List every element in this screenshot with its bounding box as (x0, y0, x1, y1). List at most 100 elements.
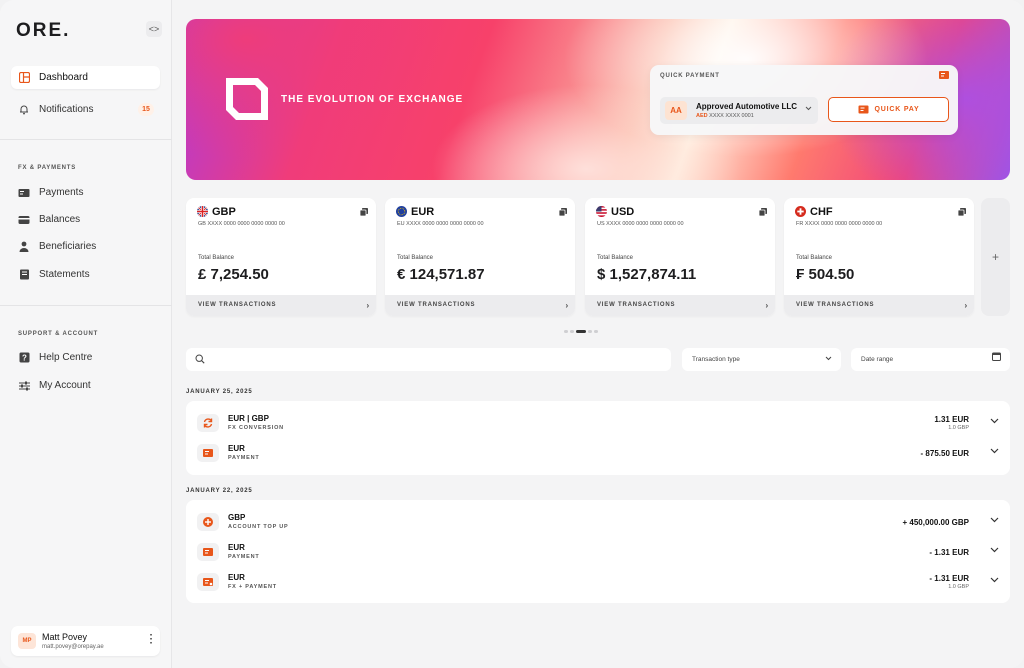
sidebar-item-payments[interactable]: Payments (11, 181, 160, 204)
help-icon: ? (18, 352, 30, 364)
beneficiary-select[interactable]: AA Approved Automotive LLC AED XXXX XXXX… (660, 97, 818, 124)
sidebar-item-label: Help Centre (39, 352, 93, 363)
plus-circle-icon (197, 513, 219, 531)
copy-icon[interactable] (759, 208, 767, 216)
view-transactions-link[interactable]: VIEW TRANSACTIONS › (186, 295, 376, 316)
sidebar-item-beneficiaries[interactable]: Beneficiaries (11, 235, 160, 258)
sidebar-item-my-account[interactable]: My Account (11, 374, 160, 397)
carousel-dot[interactable] (570, 330, 574, 333)
ore-logo[interactable]: ORE. (16, 20, 70, 42)
transaction-type-select[interactable]: Transaction type (682, 348, 841, 371)
copy-icon[interactable] (958, 208, 966, 216)
transaction-row[interactable]: EUR | GBP FX CONVERSION 1.31 EUR 1.0 GBP (186, 409, 1010, 437)
total-balance-label: Total Balance (597, 255, 634, 261)
total-balance-value: $ 1,527,874.11 (597, 266, 697, 283)
carousel-dot[interactable] (564, 330, 568, 333)
bell-icon (18, 104, 30, 116)
payment-icon (939, 71, 949, 79)
total-balance-value: £ 7,254.50 (198, 266, 269, 283)
transaction-type-label: Transaction type (692, 356, 740, 363)
user-email: matt.povey@orepay.ae (42, 644, 104, 650)
notification-count-badge: 15 (138, 103, 154, 116)
currency-code: EUR (411, 206, 435, 218)
transaction-amount: - 1.31 EUR (929, 574, 969, 583)
more-vertical-icon[interactable]: · · · (150, 631, 153, 649)
wallet-icon (18, 214, 30, 226)
us-flag-icon (596, 206, 607, 217)
sidebar-divider (0, 139, 172, 140)
sidebar-item-label: My Account (39, 380, 91, 391)
transaction-title: GBP (228, 513, 246, 522)
view-transactions-label: VIEW TRANSACTIONS (597, 302, 676, 308)
chevron-down-icon[interactable] (990, 418, 999, 424)
chevron-down-icon[interactable] (990, 547, 999, 553)
account-iban: EU XXXX 0000 0000 0000 0000 00 (397, 221, 484, 227)
chevron-down-icon (825, 348, 832, 371)
date-range-picker[interactable]: Date range (851, 348, 1010, 371)
carousel-dot-active[interactable] (576, 330, 586, 333)
sidebar-item-label: Payments (39, 187, 84, 198)
chevron-down-icon[interactable] (990, 577, 999, 583)
sidebar-item-dashboard[interactable]: Dashboard (11, 66, 160, 89)
beneficiary-currency: AED (696, 113, 708, 119)
transaction-row[interactable]: EUR PAYMENT - 875.50 EUR (186, 439, 1010, 467)
transaction-group: GBP ACCOUNT TOP UP + 450,000.00 GBP EUR … (186, 500, 1010, 603)
carousel-pagination (564, 330, 598, 333)
exchange-icon (197, 414, 219, 432)
ore-mark-icon (226, 78, 268, 120)
sidebar: ORE. <> Dashboard Notifications 15 FX & … (0, 0, 172, 668)
total-balance-label: Total Balance (198, 255, 235, 261)
copy-icon[interactable] (360, 208, 368, 216)
eu-flag-icon (396, 206, 407, 217)
beneficiary-name: Approved Automotive LLC (696, 102, 798, 111)
app-window: ORE. <> Dashboard Notifications 15 FX & … (0, 0, 1024, 668)
transaction-type: PAYMENT (228, 554, 260, 560)
transaction-type: FX + PAYMENT (228, 584, 277, 590)
currency-code: CHF (810, 206, 833, 218)
add-currency-button[interactable]: + (981, 198, 1010, 316)
sidebar-divider (0, 305, 172, 306)
carousel-dot[interactable] (588, 330, 592, 333)
balance-card-usd[interactable]: USD US XXXX 0000 0000 0000 0000 00 Total… (585, 198, 775, 316)
sidebar-item-label: Statements (39, 269, 90, 280)
carousel-dot[interactable] (594, 330, 598, 333)
hero-title: THE EVOLUTION OF EXCHANGE (281, 94, 464, 105)
fx-payment-icon (197, 573, 219, 591)
collapse-sidebar-button[interactable]: <> (146, 21, 162, 37)
sidebar-item-notifications[interactable]: Notifications 15 (11, 98, 160, 121)
payment-icon (197, 543, 219, 561)
transaction-search[interactable] (186, 348, 671, 371)
total-balance-label: Total Balance (397, 255, 434, 261)
transaction-row[interactable]: EUR PAYMENT - 1.31 EUR (186, 538, 1010, 566)
sidebar-item-label: Balances (39, 214, 81, 225)
balance-card-eur[interactable]: EUR EU XXXX 0000 0000 0000 0000 00 Total… (385, 198, 575, 316)
section-label-support: SUPPORT & ACCOUNT (18, 331, 99, 337)
quick-pay-button[interactable]: QUICK PAY (828, 97, 949, 122)
user-profile-card[interactable]: MP Matt Povey matt.povey@orepay.ae · · · (11, 626, 160, 656)
section-label-fx-payments: FX & PAYMENTS (18, 165, 77, 171)
quick-payment-label: QUICK PAYMENT (660, 73, 720, 79)
search-icon (195, 354, 205, 364)
uk-flag-icon (197, 206, 208, 217)
transaction-row[interactable]: GBP ACCOUNT TOP UP + 450,000.00 GBP (186, 508, 1010, 536)
balance-card-chf[interactable]: CHF FR XXXX 0000 0000 0000 0000 00 Total… (784, 198, 974, 316)
sidebar-item-balances[interactable]: Balances (11, 208, 160, 231)
balance-card-gbp[interactable]: GBP GB XXXX 0000 0000 0000 0000 00 Total… (186, 198, 376, 316)
view-transactions-link[interactable]: VIEW TRANSACTIONS › (385, 295, 575, 316)
beneficiary-account: AED XXXX XXXX 0001 (696, 113, 754, 119)
sidebar-item-label: Dashboard (39, 72, 88, 83)
transaction-type: FX CONVERSION (228, 425, 284, 431)
transaction-amount: - 875.50 EUR (920, 449, 969, 458)
chevron-down-icon[interactable] (990, 517, 999, 523)
transaction-row[interactable]: EUR FX + PAYMENT - 1.31 EUR 1.0 GBP (186, 568, 1010, 596)
view-transactions-link[interactable]: VIEW TRANSACTIONS › (585, 295, 775, 316)
total-balance-value: ₣ 504.50 (796, 266, 855, 283)
view-transactions-link[interactable]: VIEW TRANSACTIONS › (784, 295, 974, 316)
copy-icon[interactable] (559, 208, 567, 216)
total-balance-label: Total Balance (796, 255, 833, 261)
sidebar-item-statements[interactable]: Statements (11, 263, 160, 286)
sidebar-item-help-centre[interactable]: ? Help Centre (11, 346, 160, 369)
total-balance-value: € 124,571.87 (397, 266, 485, 283)
chevron-down-icon[interactable] (990, 448, 999, 454)
chevron-right-icon: › (765, 301, 769, 310)
